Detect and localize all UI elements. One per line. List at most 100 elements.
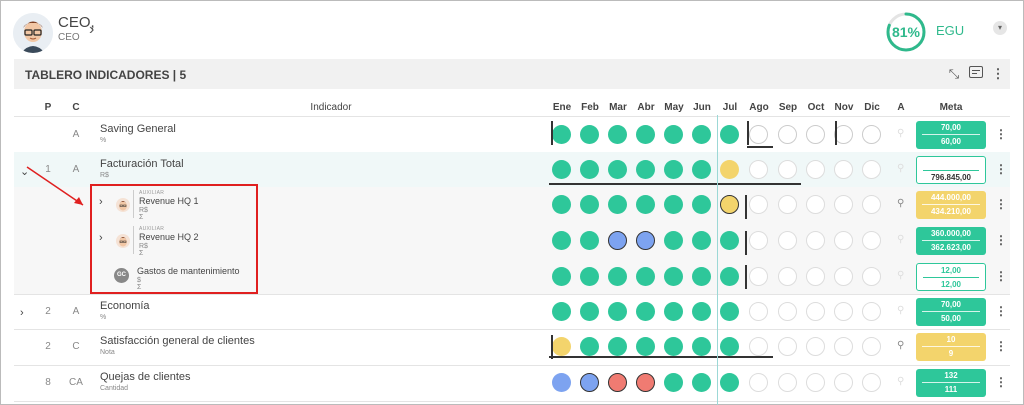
month-status-dot[interactable] xyxy=(749,266,768,286)
month-status-dot[interactable] xyxy=(664,195,683,214)
more-options-icon[interactable]: ⋮ xyxy=(988,64,1008,84)
card-view-icon[interactable] xyxy=(966,64,986,84)
month-status-dot[interactable] xyxy=(720,266,739,286)
month-status-dot[interactable] xyxy=(692,159,711,179)
month-status-dot[interactable] xyxy=(580,373,599,392)
month-status-dot[interactable] xyxy=(862,301,881,321)
row-more-options-icon[interactable]: ⋮ xyxy=(995,233,1007,247)
attachment-icon[interactable]: ⚲ xyxy=(897,376,904,387)
indicator-name[interactable]: Economía xyxy=(100,300,150,312)
month-status-dot[interactable] xyxy=(720,195,739,214)
month-status-dot[interactable] xyxy=(552,159,571,179)
month-status-dot[interactable] xyxy=(580,301,599,321)
month-status-dot[interactable] xyxy=(778,231,797,250)
meta-target[interactable]: 132 111 xyxy=(916,369,986,397)
month-status-dot[interactable] xyxy=(862,231,881,250)
month-status-dot[interactable] xyxy=(862,373,881,392)
month-status-dot[interactable] xyxy=(692,195,711,214)
month-status-dot[interactable] xyxy=(636,266,655,286)
meta-target[interactable]: 444.000,00 434.210,00 xyxy=(916,191,986,219)
row-more-options-icon[interactable]: ⋮ xyxy=(995,127,1007,141)
meta-target[interactable]: 12,00 12,00 xyxy=(916,262,986,291)
chevron-right-icon[interactable]: › xyxy=(89,21,94,39)
indicator-name[interactable]: Quejas de clientes xyxy=(100,371,191,383)
month-status-dot[interactable] xyxy=(720,231,739,250)
month-status-dot[interactable] xyxy=(806,231,825,250)
month-status-dot[interactable] xyxy=(720,124,739,144)
indicator-name[interactable]: Facturación Total xyxy=(100,158,184,170)
attachment-icon[interactable]: ⚲ xyxy=(897,234,904,245)
month-status-dot[interactable] xyxy=(580,124,599,144)
month-status-dot[interactable] xyxy=(636,301,655,321)
row-more-options-icon[interactable]: ⋮ xyxy=(995,269,1007,283)
month-status-dot[interactable] xyxy=(806,301,825,321)
month-status-dot[interactable] xyxy=(720,337,739,356)
chevron-down-icon[interactable]: ▾ xyxy=(993,21,1007,35)
month-status-dot[interactable] xyxy=(834,231,853,250)
month-status-dot[interactable] xyxy=(664,373,683,392)
collapse-icon[interactable]: ⤡ xyxy=(944,64,964,84)
month-status-dot[interactable] xyxy=(749,337,768,356)
month-status-dot[interactable] xyxy=(636,195,655,214)
meta-target[interactable]: 360.000,00 362.623,00 xyxy=(916,227,986,255)
month-status-dot[interactable] xyxy=(862,124,881,144)
month-status-dot[interactable] xyxy=(720,373,739,392)
month-status-dot[interactable] xyxy=(636,124,655,144)
month-status-dot[interactable] xyxy=(552,195,571,214)
month-status-dot[interactable] xyxy=(749,373,768,392)
month-status-dot[interactable] xyxy=(692,266,711,286)
month-status-dot[interactable] xyxy=(664,301,683,321)
month-status-dot[interactable] xyxy=(806,195,825,214)
month-status-dot[interactable] xyxy=(636,159,655,179)
month-status-dot[interactable] xyxy=(664,266,683,286)
month-status-dot[interactable] xyxy=(749,195,768,214)
month-status-dot[interactable] xyxy=(862,159,881,179)
attachment-icon[interactable]: ⚲ xyxy=(897,270,904,281)
table-row[interactable] xyxy=(14,294,1010,329)
month-status-dot[interactable] xyxy=(580,337,599,356)
month-status-dot[interactable] xyxy=(806,266,825,286)
month-status-dot[interactable] xyxy=(834,373,853,392)
attachment-icon[interactable]: ⚲ xyxy=(897,340,904,351)
month-status-dot[interactable] xyxy=(608,124,627,144)
month-status-dot[interactable] xyxy=(806,373,825,392)
month-status-dot[interactable] xyxy=(664,159,683,179)
month-status-dot[interactable] xyxy=(664,231,683,250)
month-status-dot[interactable] xyxy=(692,337,711,356)
month-status-dot[interactable] xyxy=(636,231,655,250)
month-status-dot[interactable] xyxy=(552,231,571,250)
month-status-dot[interactable] xyxy=(778,159,797,179)
month-status-dot[interactable] xyxy=(580,159,599,179)
meta-target[interactable]: 796.845,00 xyxy=(916,155,986,184)
month-status-dot[interactable] xyxy=(749,124,768,144)
month-status-dot[interactable] xyxy=(834,124,853,144)
row-more-options-icon[interactable]: ⋮ xyxy=(995,162,1007,176)
month-status-dot[interactable] xyxy=(834,266,853,286)
month-status-dot[interactable] xyxy=(834,159,853,179)
month-status-dot[interactable] xyxy=(749,159,768,179)
month-status-dot[interactable] xyxy=(608,373,627,392)
row-more-options-icon[interactable]: ⋮ xyxy=(995,375,1007,389)
meta-target[interactable]: 10 9 xyxy=(916,333,986,361)
row-more-options-icon[interactable]: ⋮ xyxy=(995,197,1007,211)
month-status-dot[interactable] xyxy=(580,266,599,286)
month-status-dot[interactable] xyxy=(862,266,881,286)
month-status-dot[interactable] xyxy=(552,337,571,356)
indicator-name[interactable]: Satisfacción general de clientes xyxy=(100,335,255,347)
month-status-dot[interactable] xyxy=(778,195,797,214)
attachment-icon[interactable]: ⚲ xyxy=(897,198,904,209)
month-status-dot[interactable] xyxy=(664,124,683,144)
month-status-dot[interactable] xyxy=(778,124,797,144)
month-status-dot[interactable] xyxy=(608,231,627,250)
month-status-dot[interactable] xyxy=(636,373,655,392)
month-status-dot[interactable] xyxy=(806,337,825,356)
month-status-dot[interactable] xyxy=(778,266,797,286)
month-status-dot[interactable] xyxy=(834,337,853,356)
month-status-dot[interactable] xyxy=(720,159,739,179)
month-status-dot[interactable] xyxy=(608,301,627,321)
month-status-dot[interactable] xyxy=(608,159,627,179)
month-status-dot[interactable] xyxy=(692,231,711,250)
month-status-dot[interactable] xyxy=(806,159,825,179)
attachment-icon[interactable]: ⚲ xyxy=(897,163,904,174)
meta-target[interactable]: 70,00 50,00 xyxy=(916,297,986,326)
